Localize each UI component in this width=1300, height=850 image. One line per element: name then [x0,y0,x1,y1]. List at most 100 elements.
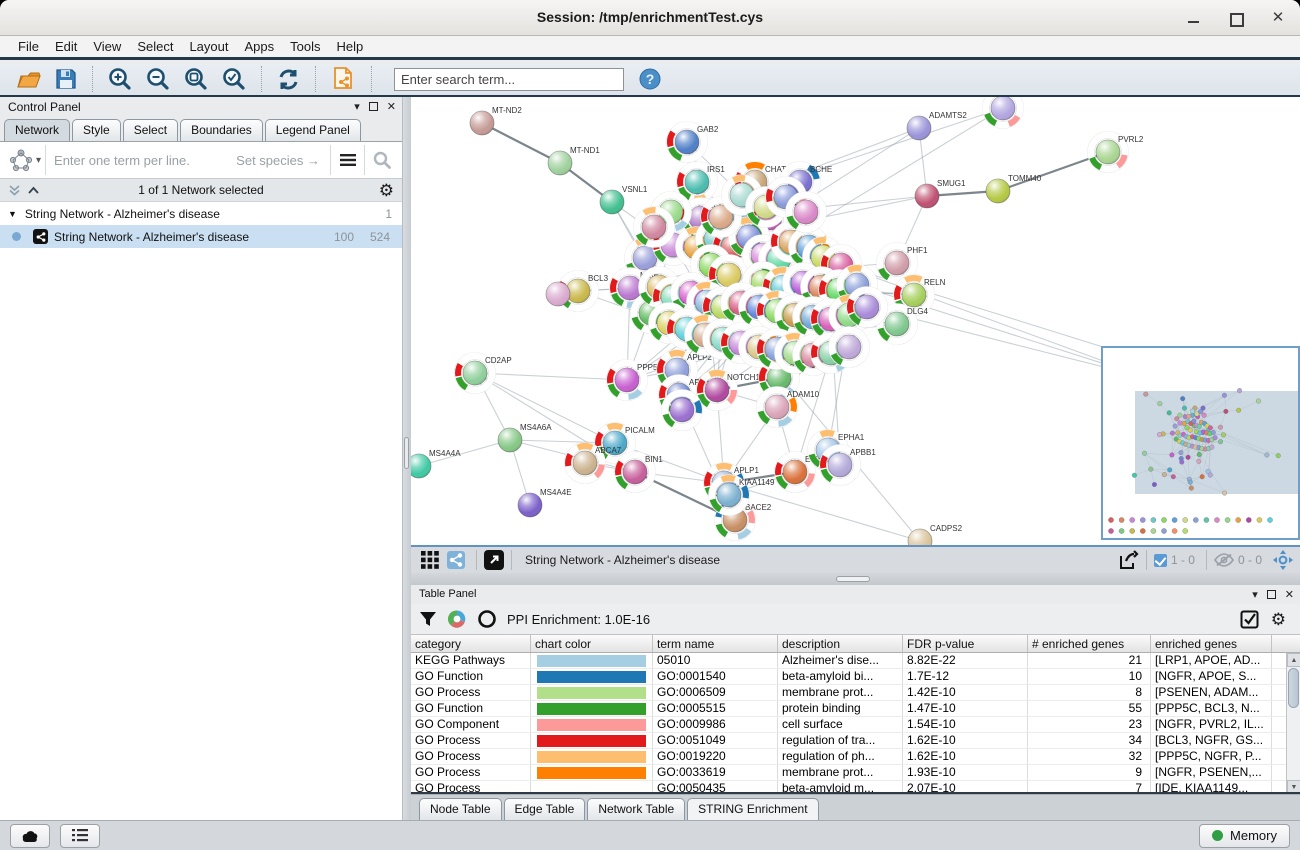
horizontal-splitter[interactable] [411,573,1300,585]
tab-edge-table[interactable]: Edge Table [504,798,586,820]
column-header-description[interactable]: description [778,635,903,652]
search-input[interactable] [394,68,624,91]
refresh-icon[interactable] [276,67,301,92]
menu-item-view[interactable]: View [85,36,129,57]
network-node-vsnl1[interactable]: VSNL1 [600,185,648,214]
automation-status-button[interactable] [10,824,50,848]
tree-expander-icon[interactable]: ▼ [8,209,17,219]
float-panel-icon[interactable] [1267,590,1276,599]
table-row[interactable]: GO ProcessGO:0051049regulation of tra...… [411,733,1300,749]
tab-legend-panel[interactable]: Legend Panel [265,119,361,141]
network-node-ms4a6a[interactable]: MS4A6A [498,423,552,452]
open-external-icon[interactable] [484,550,504,570]
task-history-button[interactable] [60,824,100,848]
menu-item-help[interactable]: Help [329,36,372,57]
filter-icon[interactable] [419,610,437,628]
menu-item-layout[interactable]: Layout [181,36,236,57]
close-panel-icon[interactable]: ✕ [387,100,396,113]
table-row[interactable]: GO ProcessGO:0019220regulation of ph...1… [411,749,1300,765]
network-node[interactable] [829,327,870,368]
scroll-up-icon[interactable]: ▲ [1287,653,1300,667]
network-node-ppp5c[interactable]: PPP5C [607,360,664,401]
pie-chart-icon[interactable] [447,609,467,629]
share-view-icon[interactable] [447,551,465,569]
network-node-notch1[interactable]: NOTCH1 [697,370,761,411]
ring-chart-icon[interactable] [477,609,497,629]
network-node-pvrl2[interactable]: PVRL2 [1088,132,1144,173]
grid-mode-icon[interactable] [421,551,439,569]
table-row[interactable]: GO ProcessGO:0050435beta-amyloid m...2.0… [411,781,1300,794]
tab-select[interactable]: Select [123,119,178,141]
tab-boundaries[interactable]: Boundaries [180,119,263,141]
menu-item-edit[interactable]: Edit [47,36,85,57]
network-node-bin1[interactable]: BIN1 [615,452,664,493]
scrollbar-thumb[interactable] [1288,668,1299,708]
zoom-selected-icon[interactable] [221,66,247,92]
menu-item-file[interactable]: File [10,36,47,57]
select-all-check-icon[interactable] [1240,610,1259,629]
zoom-fit-icon[interactable] [183,66,209,92]
network-row[interactable]: String Network - Alzheimer's disease 100… [0,225,402,248]
panel-menu-icon[interactable]: ▾ [1252,588,1258,601]
vertical-splitter[interactable] [403,97,411,820]
open-file-icon[interactable] [16,68,42,90]
table-row[interactable]: GO FunctionGO:0005515protein binding1.47… [411,701,1300,717]
network-node-apbb1[interactable]: APBB1 [820,445,877,486]
table-row[interactable]: GO ComponentGO:0009986cell surface1.54E-… [411,717,1300,733]
network-node[interactable] [546,282,570,306]
network-node[interactable] [847,287,888,328]
table-row[interactable]: GO ProcessGO:0006509membrane prot...1.42… [411,685,1300,701]
string-search-icon[interactable] [364,145,398,175]
selected-nodes-check-icon[interactable] [1154,554,1167,567]
network-canvas[interactable]: MT-ND2MT-ND1VSNL1GAB2IRS1CHATBCHEIL1BTNF… [411,97,1300,545]
maximize-button[interactable] [1228,10,1244,26]
network-collection-row[interactable]: ▼ String Network - Alzheimer's disease 1 [0,202,402,225]
string-query-input[interactable]: Enter one term per line. [46,153,236,168]
column-header-term-name[interactable]: term name [653,635,778,652]
tab-node-table[interactable]: Node Table [419,798,502,820]
tab-style[interactable]: Style [72,119,121,141]
network-node[interactable] [662,390,703,431]
scroll-down-icon[interactable]: ▼ [1287,780,1300,794]
float-panel-icon[interactable] [369,102,378,111]
column-header-FDR-p-value[interactable]: FDR p-value [903,635,1028,652]
splitter-grip[interactable] [404,437,409,469]
panel-menu-icon[interactable]: ▾ [354,100,360,113]
tab-string-enrichment[interactable]: STRING Enrichment [687,798,818,820]
help-icon[interactable]: ? [638,67,662,91]
table-row[interactable]: GO FunctionGO:0001540beta-amyloid bi...1… [411,669,1300,685]
column-header--enriched-genes[interactable]: # enriched genes [1028,635,1151,652]
zoom-in-icon[interactable] [107,66,133,92]
enrichment-settings-gear-icon[interactable]: ⚙ [1271,611,1286,628]
menu-item-select[interactable]: Select [129,36,181,57]
set-species-link[interactable]: Set species → [236,153,330,168]
tab-network[interactable]: Network [4,119,70,141]
tab-network-table[interactable]: Network Table [587,798,685,820]
minimize-button[interactable] [1186,10,1202,26]
memory-button[interactable]: Memory [1199,824,1290,848]
network-node-tomm40[interactable]: TOMM40 [986,174,1042,203]
table-row[interactable]: GO ProcessGO:0033619membrane prot...1.93… [411,765,1300,781]
table-scrollbar[interactable]: ▲ ▼ [1286,653,1300,794]
hidden-eye-icon[interactable] [1214,553,1234,567]
column-header-category[interactable]: category [411,635,531,652]
network-node-mt-nd1[interactable]: MT-ND1 [548,146,600,175]
column-header-chart-color[interactable]: chart color [531,635,653,652]
save-session-icon[interactable] [54,67,78,91]
navigate-icon[interactable] [1272,549,1294,571]
close-panel-icon[interactable]: ✕ [1285,588,1294,601]
query-options-icon[interactable] [330,145,364,175]
menu-item-apps[interactable]: Apps [237,36,283,57]
splitter-grip[interactable] [836,576,870,582]
network-node-cadps2[interactable]: CADPS2 [908,524,963,545]
column-header-enriched-genes[interactable]: enriched genes [1151,635,1272,652]
table-row[interactable]: KEGG Pathways05010Alzheimer's dise...8.8… [411,653,1300,669]
network-node[interactable] [786,192,827,233]
menu-item-tools[interactable]: Tools [282,36,328,57]
network-node[interactable] [634,207,675,248]
close-button[interactable]: ✕ [1270,10,1286,26]
network-node-gab2[interactable]: GAB2 [667,122,719,163]
string-logo-icon[interactable]: ▾ [4,145,46,175]
network-node[interactable] [983,97,1024,129]
zoom-out-icon[interactable] [145,66,171,92]
